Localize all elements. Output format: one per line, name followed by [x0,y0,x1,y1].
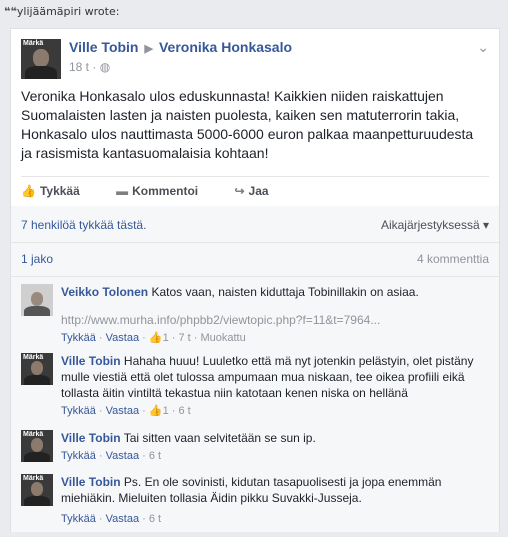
comment-edited[interactable]: Muokattu [200,332,245,344]
comment-item: Märkä Ville Tobin Hahaha huuu! Luuletko … [21,353,491,423]
thumbs-up-icon: 👍 [21,184,36,198]
comment-reply-link[interactable]: Vastaa [106,405,139,417]
like-button[interactable]: 👍 Tykkää [21,184,80,198]
quote-icon: ❝❝ [4,5,17,18]
commenter-avatar[interactable] [21,284,53,316]
arrow-right-icon: ▶ [144,43,153,55]
comment-link[interactable]: http://www.murha.info/phpbb2/viewtopic.p… [61,312,481,328]
comment-time[interactable]: 7 t [178,332,190,344]
quote-suffix: wrote: [84,5,120,18]
chevron-down-icon[interactable]: ⌄ [477,39,489,56]
post-text: Veronika Honkasalo ulos eduskunnasta! Ka… [21,88,474,161]
commenter-name[interactable]: Ville Tobin [61,354,121,368]
thumbs-up-icon: 👍 [148,405,163,417]
comment-text: Hahaha huuu! Luuletko että mä nyt jotenk… [61,354,474,400]
commenter-name[interactable]: Veikko Tolonen [61,285,148,299]
commenter-avatar[interactable]: Märkä [21,474,53,506]
likes-summary[interactable]: 7 henkilöä tykkää tästä. [21,218,146,232]
commenter-name[interactable]: Ville Tobin [61,431,121,445]
comment-footer: Tykkää · Vastaa · 6 t [61,450,162,462]
comment-like-count[interactable]: 1 [163,332,169,344]
avatar-tag: Märkä [23,40,44,47]
commenter-avatar[interactable]: Märkä [21,353,53,385]
comment-text: Tai sitten vaan selvitetään se sun ip. [123,431,316,445]
comment-footer: Tykkää · Vastaa · 👍1 · 7 t · Muokattu [61,332,246,344]
post-meta: 18 t · ◍ [69,60,111,74]
comment-footer: Tykkää · Vastaa · 👍1 · 6 t [61,405,191,417]
comment-like-link[interactable]: Tykkää [61,450,96,462]
comment-item: Märkä Ville Tobin Ps. En ole sovinisti, … [21,474,491,532]
comment-body: Ville Tobin Ps. En ole sovinisti, kiduta… [61,474,481,506]
comment-item: Veikko Tolonen Katos vaan, naisten kidut… [21,284,491,354]
commenter-avatar[interactable]: Märkä [21,430,53,462]
poster-avatar[interactable]: Märkä [21,39,61,79]
comment-like-link[interactable]: Tykkää [61,513,96,525]
sort-dropdown[interactable]: Aikajärjestyksessä ▾ [381,218,489,232]
share-button[interactable]: ↪ Jaa [234,184,268,198]
comment-body: Ville Tobin Hahaha huuu! Luuletko että m… [61,353,481,401]
comment-text: Katos vaan, naisten kiduttaja Tobinillak… [151,285,419,299]
comment-body: Ville Tobin Tai sitten vaan selvitetään … [61,430,481,446]
comment-like-count[interactable]: 1 [163,405,169,417]
comment-footer: Tykkää · Vastaa · 6 t [61,513,162,525]
share-arrow-icon: ↪ [234,184,245,198]
commenter-name[interactable]: Ville Tobin [61,475,121,489]
comment-icon: ▬ [116,184,129,198]
globe-icon: ◍ [99,60,111,74]
comments-area: 7 henkilöä tykkää tästä. Aikajärjestykse… [11,206,499,532]
post-actions: 👍 Tykkää ▬ Kommentoi ↪ Jaa [21,184,302,198]
shares-count[interactable]: 1 jako [21,252,53,266]
divider [21,176,489,177]
post-header: Ville Tobin ▶ Veronika Honkasalo [69,39,292,55]
comment-body: Veikko Tolonen Katos vaan, naisten kidut… [61,284,481,328]
comment-item: Märkä Ville Tobin Tai sitten vaan selvit… [21,430,491,470]
quote-header: ❝❝ylijäämäpiri wrote: [4,5,119,18]
divider [11,276,499,277]
facebook-post-card: Märkä Ville Tobin ▶ Veronika Honkasalo 18 … [10,28,500,532]
comment-reply-link[interactable]: Vastaa [106,450,139,462]
divider [11,242,499,243]
comment-time[interactable]: 6 t [149,513,161,525]
comment-reply-link[interactable]: Vastaa [106,332,139,344]
comments-count[interactable]: 4 kommenttia [417,252,489,266]
poster-name[interactable]: Ville Tobin [69,39,139,55]
comment-like-link[interactable]: Tykkää [61,405,96,417]
comment-reply-link[interactable]: Vastaa [106,513,139,525]
quote-author: ylijäämäpiri [16,5,82,18]
comment-time[interactable]: 6 t [178,405,190,417]
thumbs-up-icon: 👍 [148,332,163,344]
comment-button[interactable]: ▬ Kommentoi [116,184,198,198]
post-time[interactable]: 18 t [69,60,89,74]
comment-time[interactable]: 6 t [149,450,161,462]
comment-like-link[interactable]: Tykkää [61,332,96,344]
post-target-name[interactable]: Veronika Honkasalo [159,39,292,55]
